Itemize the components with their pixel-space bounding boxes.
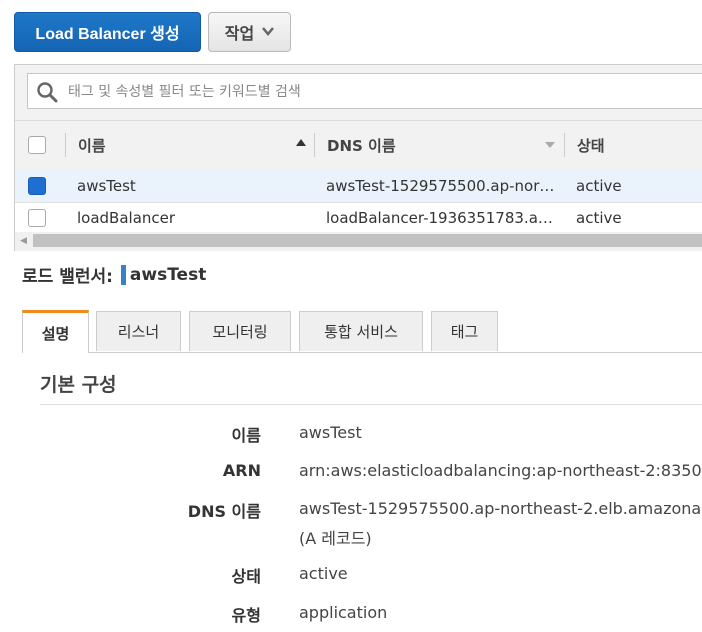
- field-label-dns: DNS 이름: [187, 502, 261, 521]
- section-title: 기본 구성: [40, 374, 117, 396]
- chevron-down-icon: [262, 25, 275, 39]
- horizontal-scrollbar[interactable]: ◀: [15, 232, 702, 249]
- scrollbar-thumb[interactable]: [33, 234, 702, 247]
- field-value-dns-record: (A 레코드): [299, 529, 372, 548]
- table-header: 이름 DNS 이름 상태: [15, 120, 702, 170]
- tab-listeners[interactable]: 리스너: [96, 311, 181, 351]
- sort-icon[interactable]: [545, 142, 555, 148]
- column-divider: [314, 133, 315, 157]
- field-value-state: active: [299, 564, 348, 583]
- search-bar[interactable]: [27, 73, 702, 110]
- column-divider: [564, 133, 565, 157]
- field-label-name: 이름: [231, 426, 261, 445]
- column-header-name[interactable]: 이름: [78, 121, 106, 169]
- search-icon: [37, 82, 58, 103]
- scroll-left-icon[interactable]: ◀: [15, 232, 32, 249]
- field-label-arn: ARN: [222, 461, 261, 480]
- column-header-dns[interactable]: DNS 이름: [327, 121, 396, 169]
- tab-tags[interactable]: 태그: [431, 311, 498, 351]
- load-balancer-detail-title: 로드 밸런서: awsTest: [22, 262, 206, 287]
- detail-label: 로드 밸런서:: [22, 267, 113, 287]
- actions-dropdown[interactable]: 작업: [208, 12, 291, 52]
- row-checkbox[interactable]: [28, 177, 46, 195]
- field-value-arn: arn:aws:elasticloadbalancing:ap-northeas…: [299, 461, 702, 480]
- row-dns: loadBalancer-1936351783.a…: [326, 209, 553, 227]
- actions-label: 작업: [224, 24, 255, 43]
- column-header-state[interactable]: 상태: [577, 121, 605, 169]
- row-state: active: [576, 209, 622, 227]
- tabs-divider: [22, 352, 702, 353]
- select-all-checkbox[interactable]: [28, 136, 46, 154]
- field-value-name: awsTest: [299, 423, 362, 442]
- selection-marker: [120, 264, 126, 285]
- column-divider: [65, 133, 66, 157]
- field-label-type: 유형: [231, 606, 261, 625]
- row-name: awsTest: [77, 176, 136, 195]
- field-value-dns: awsTest-1529575500.ap-northeast-2.elb.am…: [299, 499, 702, 518]
- tab-description[interactable]: 설명: [22, 310, 89, 353]
- row-name: loadBalancer: [77, 209, 176, 227]
- detail-tabs: 설명 리스너 모니터링 통합 서비스 태그: [0, 310, 702, 353]
- field-value-type: application: [299, 603, 388, 622]
- create-load-balancer-button[interactable]: Load Balancer 생성: [14, 12, 201, 52]
- field-label-state: 상태: [231, 567, 261, 586]
- tab-integrated-services[interactable]: 통합 서비스: [299, 311, 423, 351]
- row-checkbox[interactable]: [28, 209, 46, 227]
- tab-monitoring[interactable]: 모니터링: [189, 311, 291, 351]
- table-row[interactable]: awsTest awsTest-1529575500.ap-nor… activ…: [15, 169, 702, 203]
- row-dns: awsTest-1529575500.ap-nor…: [326, 176, 555, 195]
- load-balancer-table-panel: 이름 DNS 이름 상태 awsTest awsTest-1529575500.…: [14, 64, 702, 251]
- sort-ascending-icon[interactable]: [296, 139, 306, 146]
- row-state: active: [576, 176, 622, 195]
- search-input[interactable]: [66, 74, 690, 110]
- section-divider: [40, 404, 702, 405]
- detail-name: awsTest: [129, 264, 207, 285]
